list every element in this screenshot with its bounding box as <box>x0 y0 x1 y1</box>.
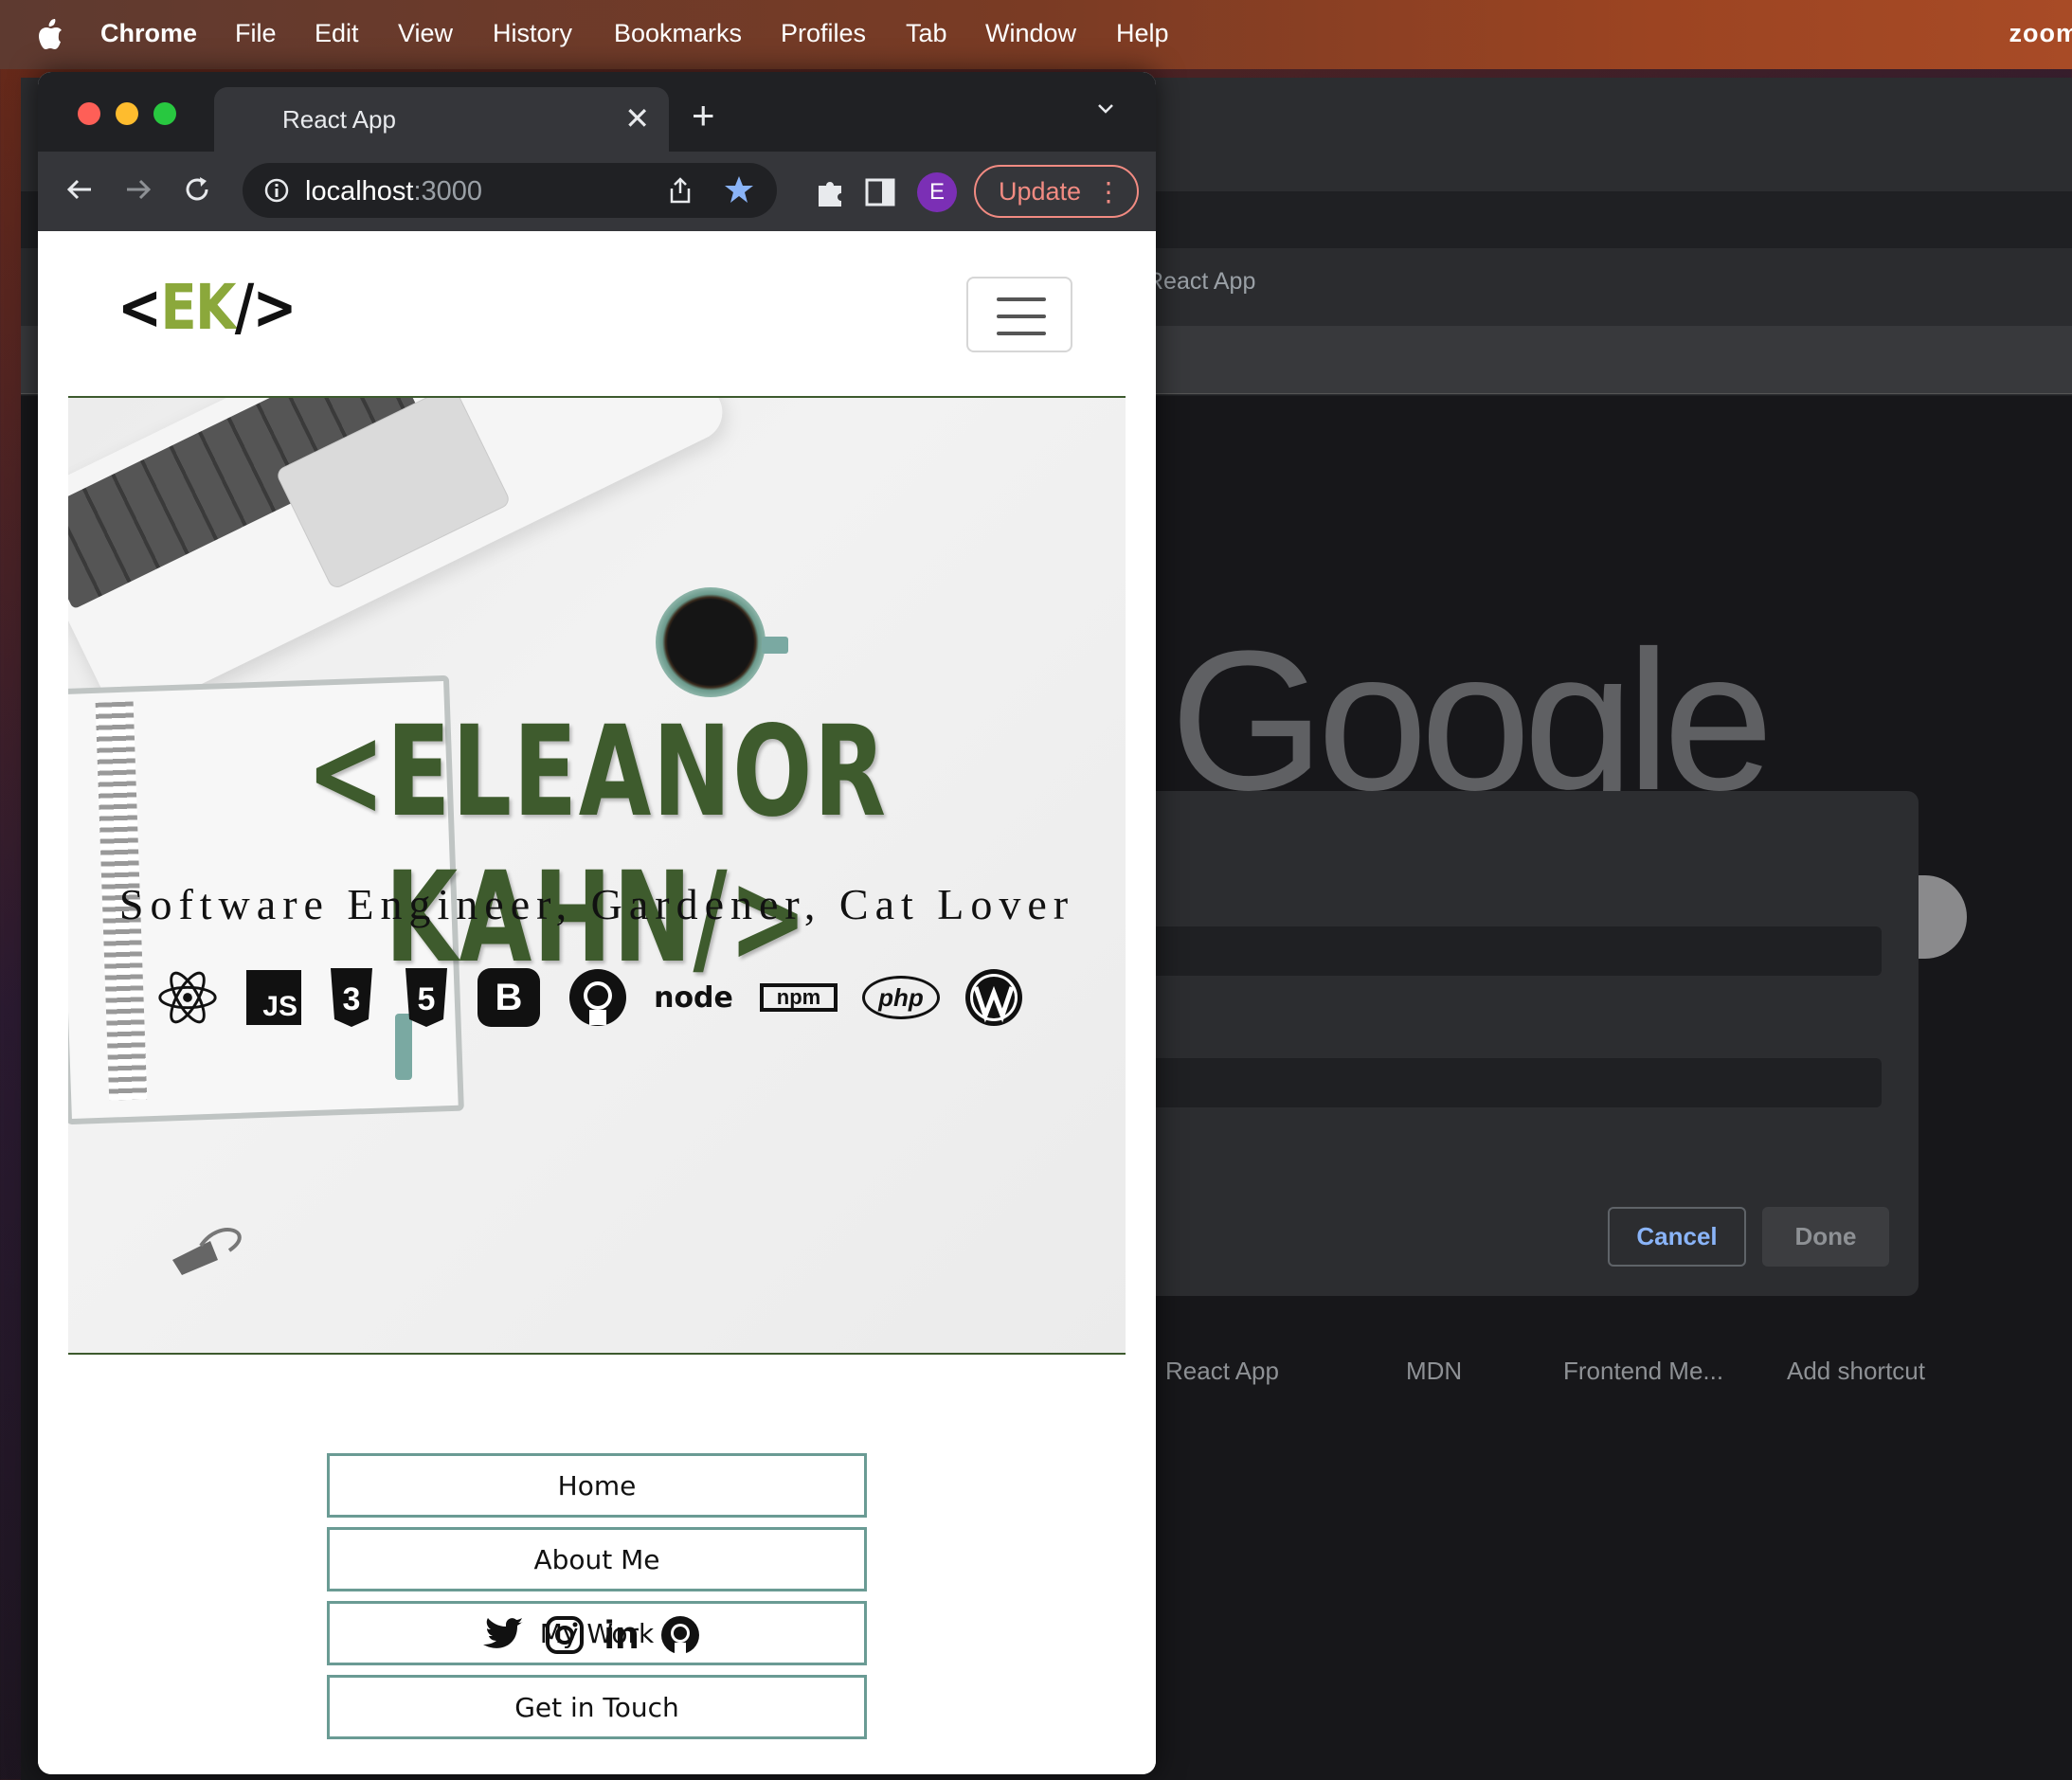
coffee-cup-image <box>656 587 766 697</box>
hamburger-menu-button[interactable] <box>966 277 1072 352</box>
laptop-image <box>68 398 732 725</box>
tab-title: React App <box>282 105 396 134</box>
menu-file[interactable]: File <box>235 19 277 48</box>
shortcut-mdn[interactable]: MDN <box>1406 1357 1462 1386</box>
apple-icon[interactable] <box>36 17 64 51</box>
menu-view[interactable]: View <box>398 19 453 48</box>
extensions-puzzle-icon[interactable] <box>815 176 847 208</box>
nav-home-button[interactable]: Home <box>327 1453 867 1518</box>
forward-arrow-icon[interactable] <box>121 172 155 207</box>
npm-icon: npm <box>760 983 838 1012</box>
update-label: Update <box>999 176 1082 206</box>
reload-icon[interactable] <box>180 172 214 207</box>
menu-tab[interactable]: Tab <box>906 19 947 48</box>
twitter-icon[interactable] <box>483 1614 525 1656</box>
hamburger-line <box>997 315 1046 318</box>
linkedin-icon[interactable]: in <box>601 1614 642 1656</box>
nodejs-icon: node <box>654 980 733 1015</box>
site-info-icon[interactable] <box>263 177 290 204</box>
zoom-status-item[interactable]: zoom <box>2009 19 2072 48</box>
tab-react-app[interactable]: React App ✕ <box>214 87 669 152</box>
tab-bar: React App ✕ + <box>38 72 1156 152</box>
page-content: <EK/> <ELEANOR KAHN/> Software Engineer,… <box>38 231 1156 1774</box>
maximize-window-button[interactable] <box>153 102 176 125</box>
html5-icon: 5 <box>405 968 447 1027</box>
javascript-icon: JS <box>246 970 301 1025</box>
binder-clip-image <box>172 1228 242 1275</box>
tab-close-icon[interactable]: ✕ <box>624 100 650 136</box>
profile-avatar[interactable]: E <box>917 172 957 212</box>
instagram-icon[interactable] <box>544 1614 586 1656</box>
hamburger-line <box>997 332 1046 335</box>
nav-about-button[interactable]: About Me <box>327 1527 867 1591</box>
shortcut-react-app[interactable]: React App <box>1165 1357 1279 1386</box>
logo-right-bracket: /> <box>234 271 297 344</box>
shortcut-name-field[interactable] <box>1061 926 1882 976</box>
bookmark-star-icon[interactable] <box>724 174 754 205</box>
menu-bookmarks[interactable]: Bookmarks <box>614 19 742 48</box>
address-bar[interactable]: localhost:3000 <box>243 163 777 218</box>
update-button[interactable]: Update ⋮ <box>974 165 1139 218</box>
css3-label: 3 <box>343 981 361 1017</box>
macos-menu-bar: Chrome File Edit View History Bookmarks … <box>0 0 2072 69</box>
url-text: localhost:3000 <box>305 176 482 207</box>
shortcut-url-field[interactable] <box>1061 1058 1882 1107</box>
share-icon[interactable] <box>667 176 694 205</box>
nav-contact-button[interactable]: Get in Touch <box>327 1675 867 1739</box>
html5-label: 5 <box>418 981 436 1017</box>
tab-search-chevron-icon[interactable] <box>1097 100 1114 117</box>
add-shortcut-dialog: Cancel Done <box>1061 791 1919 1296</box>
nav-work-button[interactable]: My Work <box>327 1601 867 1665</box>
shortcut-frontend[interactable]: Frontend Me... <box>1563 1357 1723 1386</box>
site-logo[interactable]: <EK/> <box>117 271 297 344</box>
url-port: :3000 <box>413 176 483 207</box>
bootstrap-icon: B <box>477 968 540 1027</box>
hero-name: <ELEANOR KAHN/> <box>306 699 888 991</box>
github-icon <box>569 969 626 1026</box>
shortcut-add[interactable]: Add shortcut <box>1787 1357 1925 1386</box>
browser-toolbar: localhost:3000 E Update ⋮ <box>38 152 1156 231</box>
tech-icons-row: JS 3 5 B node npm php <box>153 964 1063 1031</box>
menu-window[interactable]: Window <box>985 19 1076 48</box>
logo-left-bracket: < <box>117 271 162 344</box>
hamburger-line <box>997 297 1046 301</box>
menu-profiles[interactable]: Profiles <box>781 19 866 48</box>
new-tab-button[interactable]: + <box>692 93 715 138</box>
back-arrow-icon[interactable] <box>63 172 97 207</box>
minimize-window-button[interactable] <box>116 102 138 125</box>
bg-tab-title[interactable]: React App <box>1146 268 1255 296</box>
react-icon <box>158 971 217 1024</box>
hero-subtitle: Software Engineer, Gardener, Cat Lover <box>118 880 1075 928</box>
menu-help[interactable]: Help <box>1116 19 1169 48</box>
done-button[interactable]: Done <box>1762 1207 1889 1267</box>
cancel-button[interactable]: Cancel <box>1608 1207 1746 1267</box>
coffee-handle-image <box>762 637 788 654</box>
php-icon: php <box>862 976 940 1019</box>
kebab-menu-icon[interactable]: ⋮ <box>1095 176 1122 207</box>
css3-icon: 3 <box>331 968 372 1027</box>
github-footer-icon[interactable] <box>659 1614 701 1656</box>
menu-chrome[interactable]: Chrome <box>100 19 197 48</box>
wordpress-icon <box>965 969 1022 1026</box>
side-panel-icon[interactable] <box>864 176 896 208</box>
close-window-button[interactable] <box>78 102 100 125</box>
menu-history[interactable]: History <box>493 19 572 48</box>
logo-initials: EK <box>160 271 236 344</box>
chrome-window: React App ✕ + localhost:3000 E Update ⋮ … <box>38 72 1156 1774</box>
menu-edit[interactable]: Edit <box>315 19 359 48</box>
hero-banner: <ELEANOR KAHN/> Software Engineer, Garde… <box>68 396 1126 1355</box>
url-host: localhost <box>305 176 414 207</box>
